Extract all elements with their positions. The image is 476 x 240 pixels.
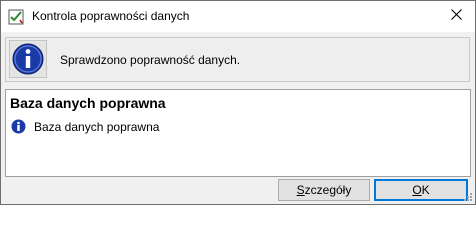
header-panel: Sprawdzono poprawność danych. bbox=[5, 37, 470, 82]
details-button[interactable]: Szczegóły bbox=[278, 179, 370, 201]
button-bar: Szczegóły OK bbox=[1, 177, 475, 204]
details-label: zczegóły bbox=[304, 183, 352, 197]
close-icon bbox=[450, 9, 462, 23]
info-icon bbox=[11, 119, 26, 134]
dialog-window: Kontrola poprawności danych Sprawdzono p… bbox=[0, 0, 476, 205]
result-item-text: Baza danych poprawna bbox=[34, 120, 160, 134]
window-title: Kontrola poprawności danych bbox=[32, 9, 190, 23]
close-button[interactable] bbox=[441, 3, 471, 29]
info-icon bbox=[8, 39, 48, 79]
ok-label: K bbox=[421, 183, 430, 197]
checklist-icon bbox=[8, 9, 24, 25]
result-title: Baza danych poprawna bbox=[10, 95, 166, 111]
ok-button[interactable]: OK bbox=[374, 179, 468, 201]
resize-grip-icon[interactable] bbox=[463, 191, 473, 201]
header-message: Sprawdzono poprawność danych. bbox=[60, 53, 241, 67]
result-panel[interactable]: Baza danych poprawna Baza danych poprawn… bbox=[5, 89, 471, 177]
details-mnemonic: S bbox=[296, 183, 305, 197]
title-bar[interactable]: Kontrola poprawności danych bbox=[1, 1, 475, 32]
ok-mnemonic: O bbox=[412, 183, 422, 197]
